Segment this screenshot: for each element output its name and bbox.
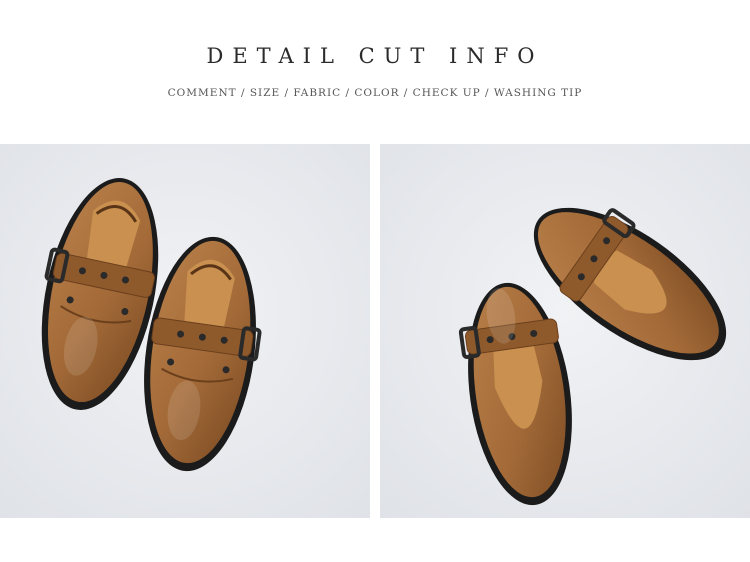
page-title: DETAIL CUT INFO	[206, 44, 544, 68]
shoe-pair-illustration-angled	[380, 144, 750, 518]
section-nav-text: COMMENT / SIZE / FABRIC / COLOR / CHECK …	[167, 87, 583, 99]
page-header: DETAIL CUT INFO COMMENT / SIZE / FABRIC …	[0, 0, 750, 140]
shoe-pair-illustration	[0, 144, 370, 518]
product-photo-top-view	[0, 144, 370, 518]
product-photo-angled-view	[380, 144, 750, 518]
